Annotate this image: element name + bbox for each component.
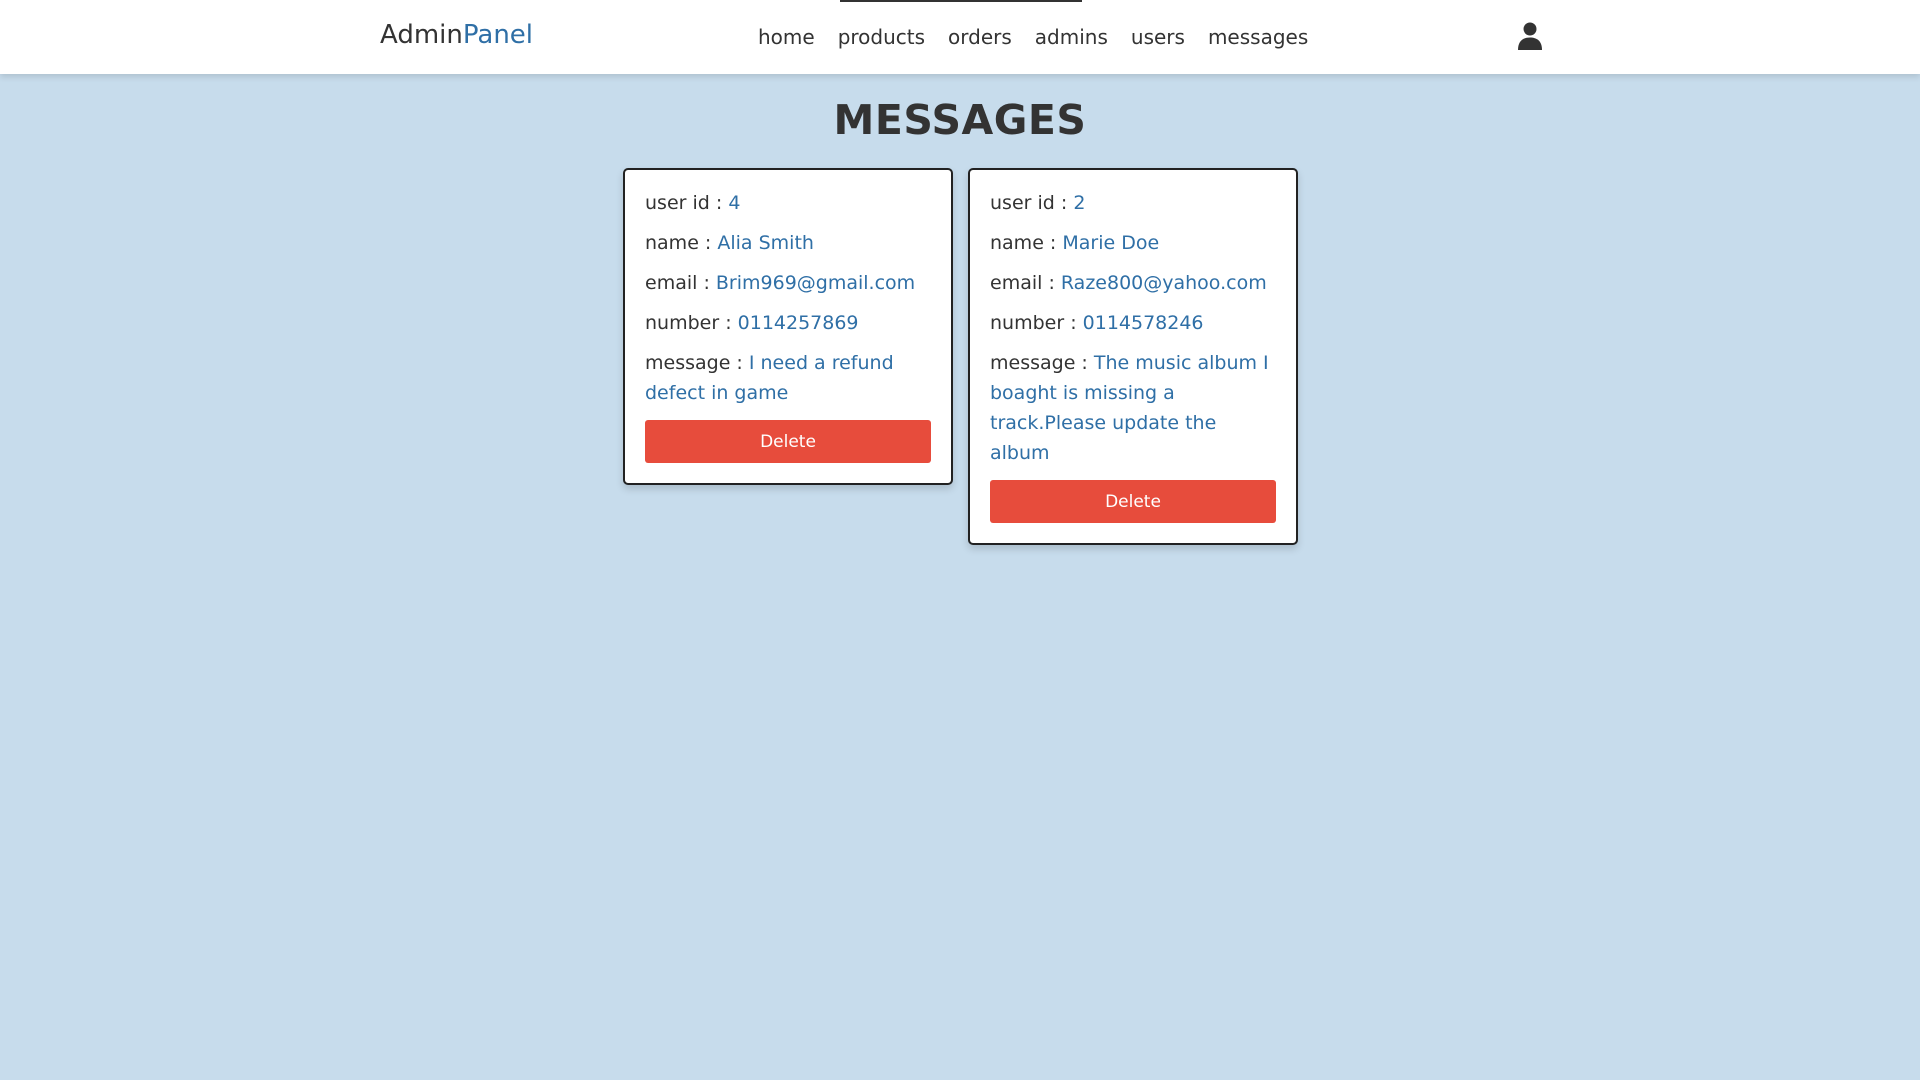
user-id-row: user id : 2 — [990, 188, 1276, 218]
name-label: name : — [990, 232, 1063, 254]
number-label: number : — [645, 312, 738, 334]
nav-link-users[interactable]: users — [1131, 25, 1185, 49]
header: AdminPanel home products orders admins u… — [0, 0, 1920, 74]
page-title: MESSAGES — [833, 96, 1087, 144]
user-id-label: user id : — [645, 192, 729, 214]
nav-link-products[interactable]: products — [838, 25, 925, 49]
logo-panel: Panel — [462, 20, 534, 50]
delete-button[interactable]: Delete — [990, 480, 1276, 523]
number-row: number : 0114578246 — [990, 308, 1276, 338]
user-id-value: 2 — [1073, 192, 1086, 214]
email-value: Raze800@yahoo.com — [1060, 272, 1267, 294]
delete-button[interactable]: Delete — [645, 420, 931, 463]
main-nav: home products orders admins users messag… — [758, 0, 1308, 74]
email-label: email : — [990, 272, 1061, 294]
user-id-row: user id : 4 — [645, 188, 931, 218]
message-label: message : — [645, 352, 749, 374]
logo[interactable]: AdminPanel — [380, 20, 533, 50]
nav-link-orders[interactable]: orders — [948, 25, 1012, 49]
name-value: Marie Doe — [1062, 232, 1160, 254]
email-label: email : — [645, 272, 716, 294]
user-icon-graphic — [1518, 22, 1542, 50]
message-card: user id : 2 name : Marie Doe email : Raz… — [968, 168, 1298, 545]
email-row: email : Raze800@yahoo.com — [990, 268, 1276, 298]
message-row: message : I need a refund defect in game — [645, 348, 931, 408]
logo-admin: Admin — [380, 20, 463, 50]
name-value: Alia Smith — [717, 232, 814, 254]
name-row: name : Marie Doe — [990, 228, 1276, 258]
nav-link-home[interactable]: home — [758, 25, 815, 49]
user-id-value: 4 — [728, 192, 741, 214]
user-id-label: user id : — [990, 192, 1074, 214]
number-label: number : — [990, 312, 1083, 334]
name-label: name : — [645, 232, 718, 254]
user-icon[interactable] — [1518, 22, 1542, 50]
email-row: email : Brim969@gmail.com — [645, 268, 931, 298]
name-row: name : Alia Smith — [645, 228, 931, 258]
nav-link-admins[interactable]: admins — [1035, 25, 1108, 49]
nav-link-messages[interactable]: messages — [1208, 25, 1308, 49]
message-card: user id : 4 name : Alia Smith email : Br… — [623, 168, 953, 485]
number-row: number : 0114257869 — [645, 308, 931, 338]
number-value: 0114578246 — [1082, 312, 1204, 334]
message-row: message : The music album I boaght is mi… — [990, 348, 1276, 468]
message-label: message : — [990, 352, 1094, 374]
number-value: 0114257869 — [737, 312, 859, 334]
email-value: Brim969@gmail.com — [715, 272, 916, 294]
